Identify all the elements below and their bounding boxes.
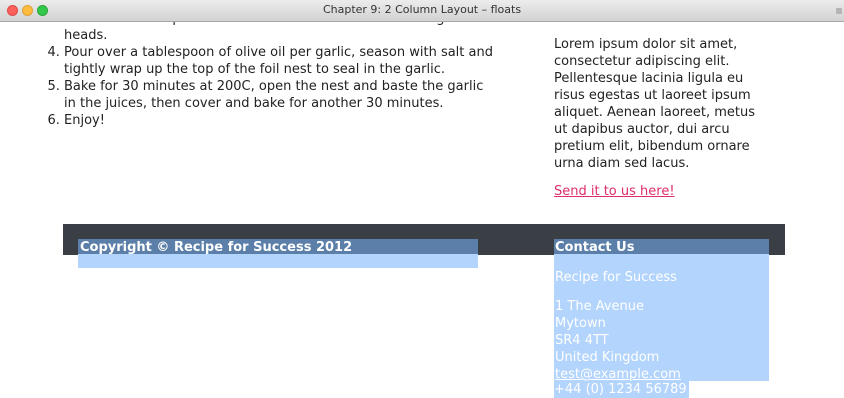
contact-address: 1 The Avenue Mytown SR4 4TT United Kingd… <box>555 298 681 383</box>
toolbar-toggle-icon[interactable] <box>836 8 842 14</box>
window-title: Chapter 9: 2 Column Layout – floats <box>322 3 522 16</box>
copyright-text: Copyright © Recipe for Success 2012 <box>80 240 353 255</box>
recipe-step: Add a few tablespoons of water to the ne… <box>64 22 494 44</box>
send-link[interactable]: Send it to us here! <box>554 184 675 199</box>
address-line: United Kingdom <box>555 350 660 365</box>
sidebar-paragraph: Lorem ipsum dolor sit amet, consectetur … <box>554 37 755 171</box>
recipe-step: Pour over a tablespoon of olive oil per … <box>64 44 494 78</box>
contact-heading: Contact Us <box>555 240 635 255</box>
address-line: SR4 4TT <box>555 333 609 348</box>
address-line: Mytown <box>555 316 606 331</box>
contact-company: Recipe for Success <box>555 270 677 285</box>
address-line: 1 The Avenue <box>555 299 645 314</box>
recipe-steps-list: Add a few tablespoons of water to the ne… <box>40 22 494 129</box>
window-titlebar[interactable]: Chapter 9: 2 Column Layout – floats <box>0 0 844 22</box>
page-viewport[interactable]: Add a few tablespoons of water to the ne… <box>0 22 844 398</box>
contact-phone: +44 (0) 1234 56789 <box>554 381 689 398</box>
recipe-step: Enjoy! <box>64 112 494 129</box>
recipe-step: Bake for 30 minutes at 200C, open the ne… <box>64 78 494 112</box>
contact-email-link[interactable]: test@example.com <box>555 367 681 382</box>
